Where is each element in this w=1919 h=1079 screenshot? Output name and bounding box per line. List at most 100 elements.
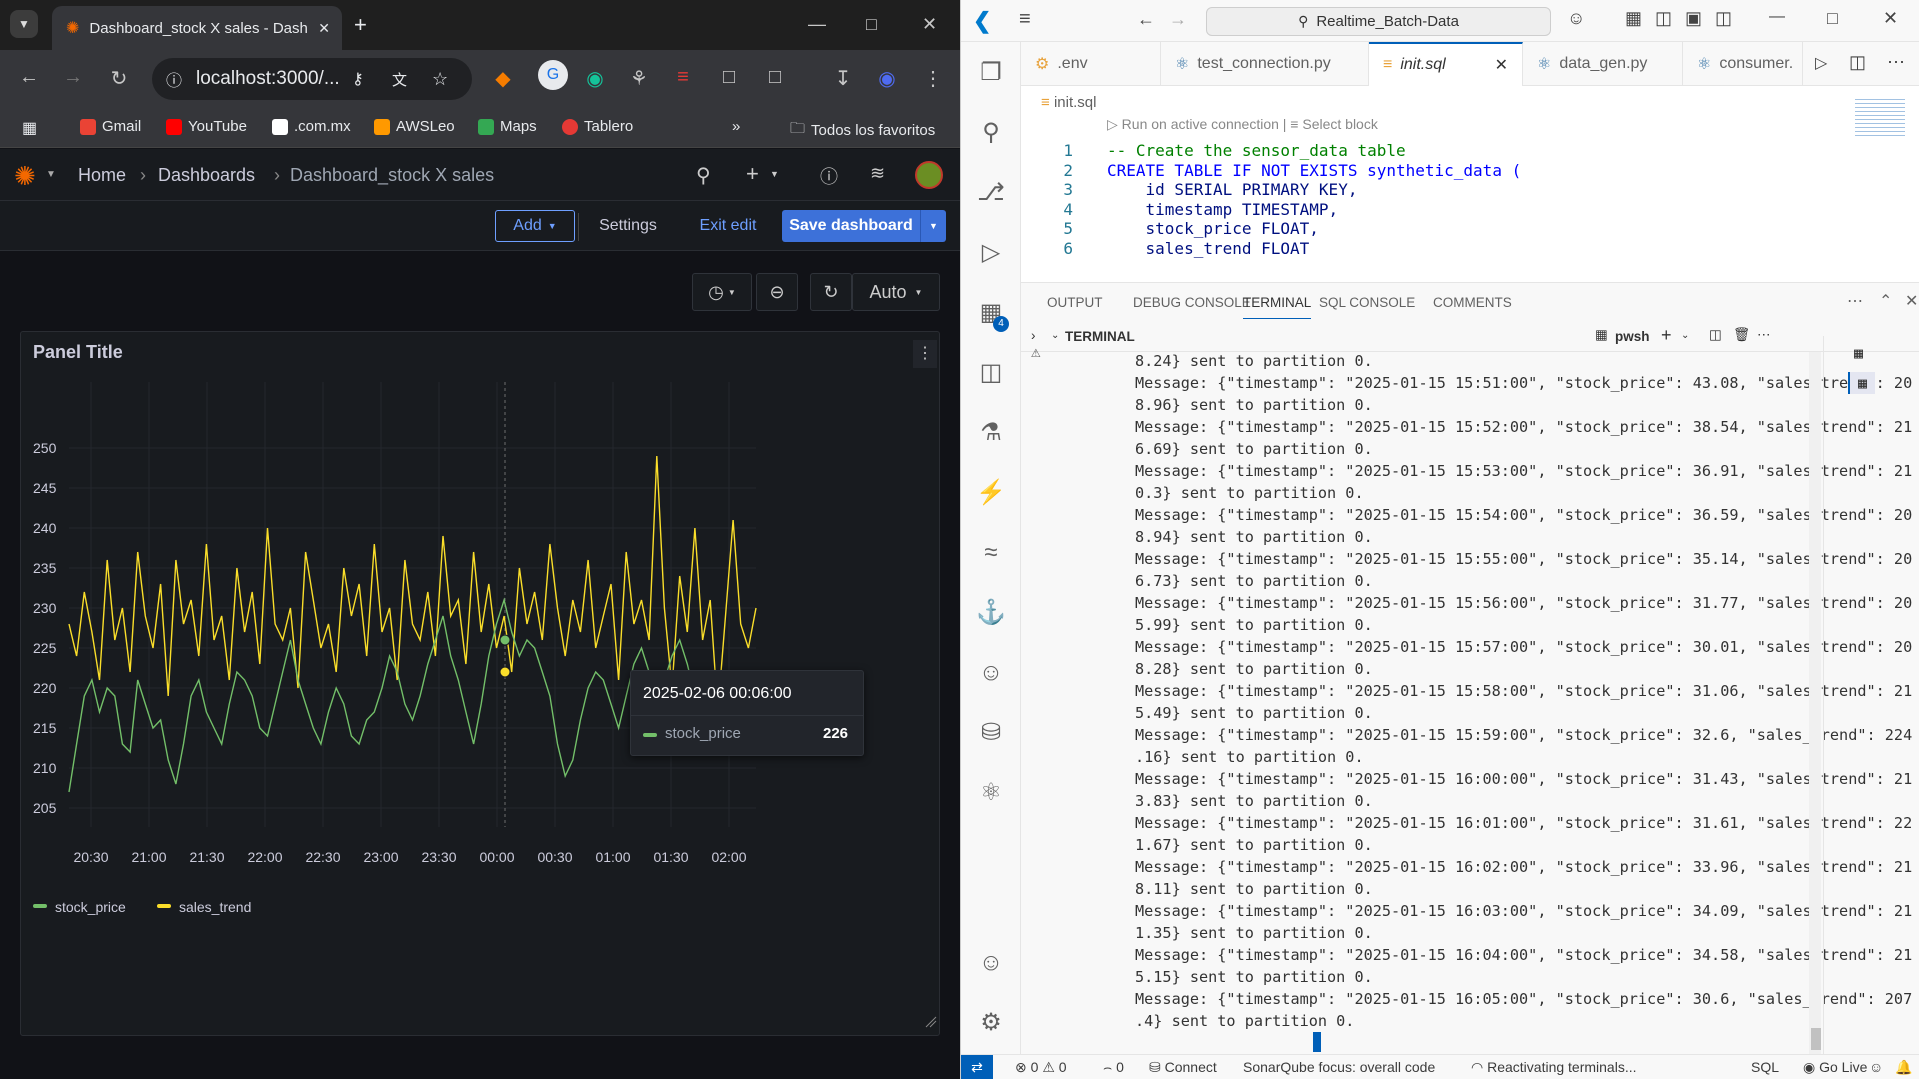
source-control-icon[interactable]: ⎇ — [976, 178, 1006, 208]
back-icon[interactable]: ← — [16, 66, 42, 89]
sonarqube-status[interactable]: SonarQube focus: overall code — [1243, 1059, 1435, 1075]
codelens-actions[interactable]: ▷ Run on active connection | ≡ Select bl… — [1107, 116, 1378, 133]
python-icon[interactable]: ⚛ — [976, 778, 1006, 808]
extensions-puzzle-icon[interactable]: □ — [762, 66, 788, 89]
close-window-icon[interactable]: ✕ — [1883, 8, 1898, 29]
apps-grid-icon[interactable]: ▦ — [22, 118, 37, 138]
bookmark-aws[interactable]: AWSLeo — [374, 118, 455, 135]
terminal-instance-active-icon[interactable]: ▦ — [1848, 372, 1876, 394]
exit-edit-button[interactable]: Exit edit — [688, 210, 768, 242]
wave-icon[interactable]: ≈ — [976, 538, 1006, 568]
user-avatar[interactable] — [915, 161, 943, 189]
thunder-client-icon[interactable]: ⚡ — [976, 478, 1006, 508]
tab-output[interactable]: OUTPUT — [1047, 295, 1103, 310]
layout-customize-icon[interactable]: ▦ — [1625, 8, 1642, 29]
database-icon[interactable]: ⛁ — [976, 718, 1006, 748]
remote-indicator-button[interactable]: ⇄ — [961, 1055, 993, 1079]
address-bar[interactable]: ⓘ localhost:3000/... ⚷ 文 ☆ — [152, 58, 472, 100]
breadcrumb-home[interactable]: Home — [78, 165, 126, 186]
editor-breadcrumb[interactable]: ≡ init.sql — [1041, 94, 1096, 111]
bookmark-youtube[interactable]: YouTube — [166, 118, 247, 135]
toggle-panel-icon[interactable]: ▣ — [1685, 8, 1702, 29]
problems-status[interactable]: ⊗ 0 ⚠ 0 — [1015, 1059, 1067, 1076]
nav-back-icon[interactable]: ← — [1137, 9, 1155, 30]
toggle-sidebar-icon[interactable]: ◫ — [1655, 8, 1672, 29]
alien-icon[interactable]: ☺ — [976, 658, 1006, 688]
breadcrumb-dashboards[interactable]: Dashboards — [158, 165, 255, 186]
search-icon[interactable]: ⚲ — [976, 118, 1006, 148]
minimap[interactable] — [1855, 96, 1905, 136]
time-series-panel[interactable]: 205 210 215 220 225 230 235 240 245 250 20:30 21:00… — [20, 331, 940, 1036]
account-icon[interactable]: ☺ — [976, 948, 1006, 978]
refresh-interval-dropdown[interactable]: Auto ▼ — [852, 273, 940, 311]
reload-icon[interactable]: ↻ — [106, 66, 132, 91]
go-live-button[interactable]: ◉ Go Live — [1803, 1059, 1867, 1076]
more-actions-icon[interactable]: ⋯ — [1887, 52, 1905, 73]
tab-init-sql[interactable]: ≡ init.sql ✕ — [1369, 42, 1523, 86]
forward-icon[interactable]: → — [60, 66, 86, 89]
translate-icon[interactable]: 文 — [392, 69, 407, 90]
maximize-icon[interactable]: □ — [1827, 8, 1838, 29]
search-icon[interactable]: ⚲ — [696, 163, 711, 188]
copilot-status-icon[interactable]: ☺ — [1869, 1059, 1883, 1075]
extension-3-icon[interactable]: ⚘ — [626, 66, 652, 91]
scrollbar-thumb[interactable] — [1811, 1028, 1821, 1050]
grafana-logo-icon[interactable]: ✺ — [14, 161, 36, 192]
maximize-icon[interactable]: □ — [866, 14, 877, 35]
explorer-icon[interactable]: ❐ — [976, 58, 1006, 88]
bookmark-maps[interactable]: Maps — [478, 118, 537, 135]
nav-forward-icon[interactable]: → — [1169, 9, 1187, 30]
save-dashboard-button[interactable]: Save dashboard — [782, 210, 920, 242]
more-icon[interactable]: ⋯ — [1757, 327, 1771, 343]
terminal-scrollbar[interactable] — [1809, 352, 1821, 1054]
run-debug-icon[interactable]: ▷ — [976, 238, 1006, 268]
toggle-secondary-sidebar-icon[interactable]: ◫ — [1715, 8, 1732, 29]
language-mode[interactable]: SQL — [1751, 1059, 1779, 1075]
chevron-down-icon[interactable]: ⌄ — [1051, 330, 1059, 341]
copilot-icon[interactable]: ☺ — [1567, 8, 1585, 29]
tab-search-button[interactable]: ▼ — [10, 10, 38, 38]
browser-tab-active[interactable]: ✺ Dashboard_stock X sales - Dash ✕ — [52, 6, 342, 50]
new-tab-button[interactable]: + — [354, 12, 367, 38]
split-terminal-icon[interactable]: ◫ — [1709, 327, 1722, 343]
tab-debug-console[interactable]: DEBUG CONSOLE — [1133, 295, 1251, 310]
tab-consumer[interactable]: ⚛ consumer. — [1683, 42, 1803, 86]
close-tab-icon[interactable]: ✕ — [318, 20, 342, 37]
tab-terminal[interactable]: TERMINAL — [1243, 295, 1312, 319]
zoom-out-button[interactable]: ⊖ — [756, 273, 798, 311]
trash-icon[interactable]: 🗑 — [1733, 327, 1750, 343]
bookmark-amazon[interactable]: .com.mx — [272, 118, 351, 135]
news-rss-icon[interactable]: ≋ — [870, 163, 885, 184]
command-center-search[interactable]: ⚲ Realtime_Batch-Data — [1206, 7, 1551, 36]
close-window-icon[interactable]: ✕ — [922, 14, 937, 35]
docker-icon[interactable]: ⚓ — [976, 598, 1006, 628]
remote-explorer-icon[interactable]: ◫ — [976, 358, 1006, 388]
bookmark-star-icon[interactable]: ☆ — [432, 69, 448, 90]
tab-data-gen[interactable]: ⚛ data_gen.py — [1523, 42, 1683, 86]
menu-kebab-icon[interactable]: ⋮ — [920, 66, 946, 91]
site-info-icon[interactable]: ⓘ — [166, 67, 182, 91]
extension-5-icon[interactable]: □ — [716, 66, 742, 89]
testing-flask-icon[interactable]: ⚗ — [976, 418, 1006, 448]
minimize-icon[interactable]: — — [808, 14, 826, 35]
manage-gear-icon[interactable]: ⚙ — [976, 1008, 1006, 1038]
grammarly-icon[interactable]: ◉ — [582, 66, 608, 91]
save-options-chevron-icon[interactable]: ▼ — [920, 210, 946, 242]
google-translate-extension-icon[interactable]: G — [538, 60, 568, 90]
shell-name[interactable]: pwsh — [1615, 329, 1650, 344]
notifications-icon[interactable]: 🔔 — [1895, 1059, 1912, 1076]
password-key-icon[interactable]: ⚷ — [352, 69, 364, 89]
extension-1-icon[interactable]: ◆ — [490, 66, 516, 91]
tab-sql-console[interactable]: SQL CONSOLE — [1319, 295, 1415, 310]
more-bookmarks-icon[interactable]: » — [732, 118, 740, 135]
refresh-button[interactable]: ↻ — [810, 273, 852, 311]
time-picker-button[interactable]: ◷ ▼ — [692, 273, 752, 311]
tab-env[interactable]: ⚙ .env — [1021, 42, 1161, 86]
menu-hamburger-icon[interactable]: ≡ — [1019, 8, 1031, 31]
new-plus-icon[interactable]: + — [746, 161, 759, 187]
chevron-down-icon[interactable]: ⌄ — [1681, 330, 1689, 341]
new-terminal-icon[interactable]: + — [1661, 325, 1672, 346]
download-icon[interactable]: ↧ — [830, 66, 856, 91]
ports-status[interactable]: ⌢ 0 — [1103, 1059, 1124, 1076]
code-editor[interactable]: ≡ init.sql ▷ Run on active connection | … — [1021, 86, 1919, 276]
